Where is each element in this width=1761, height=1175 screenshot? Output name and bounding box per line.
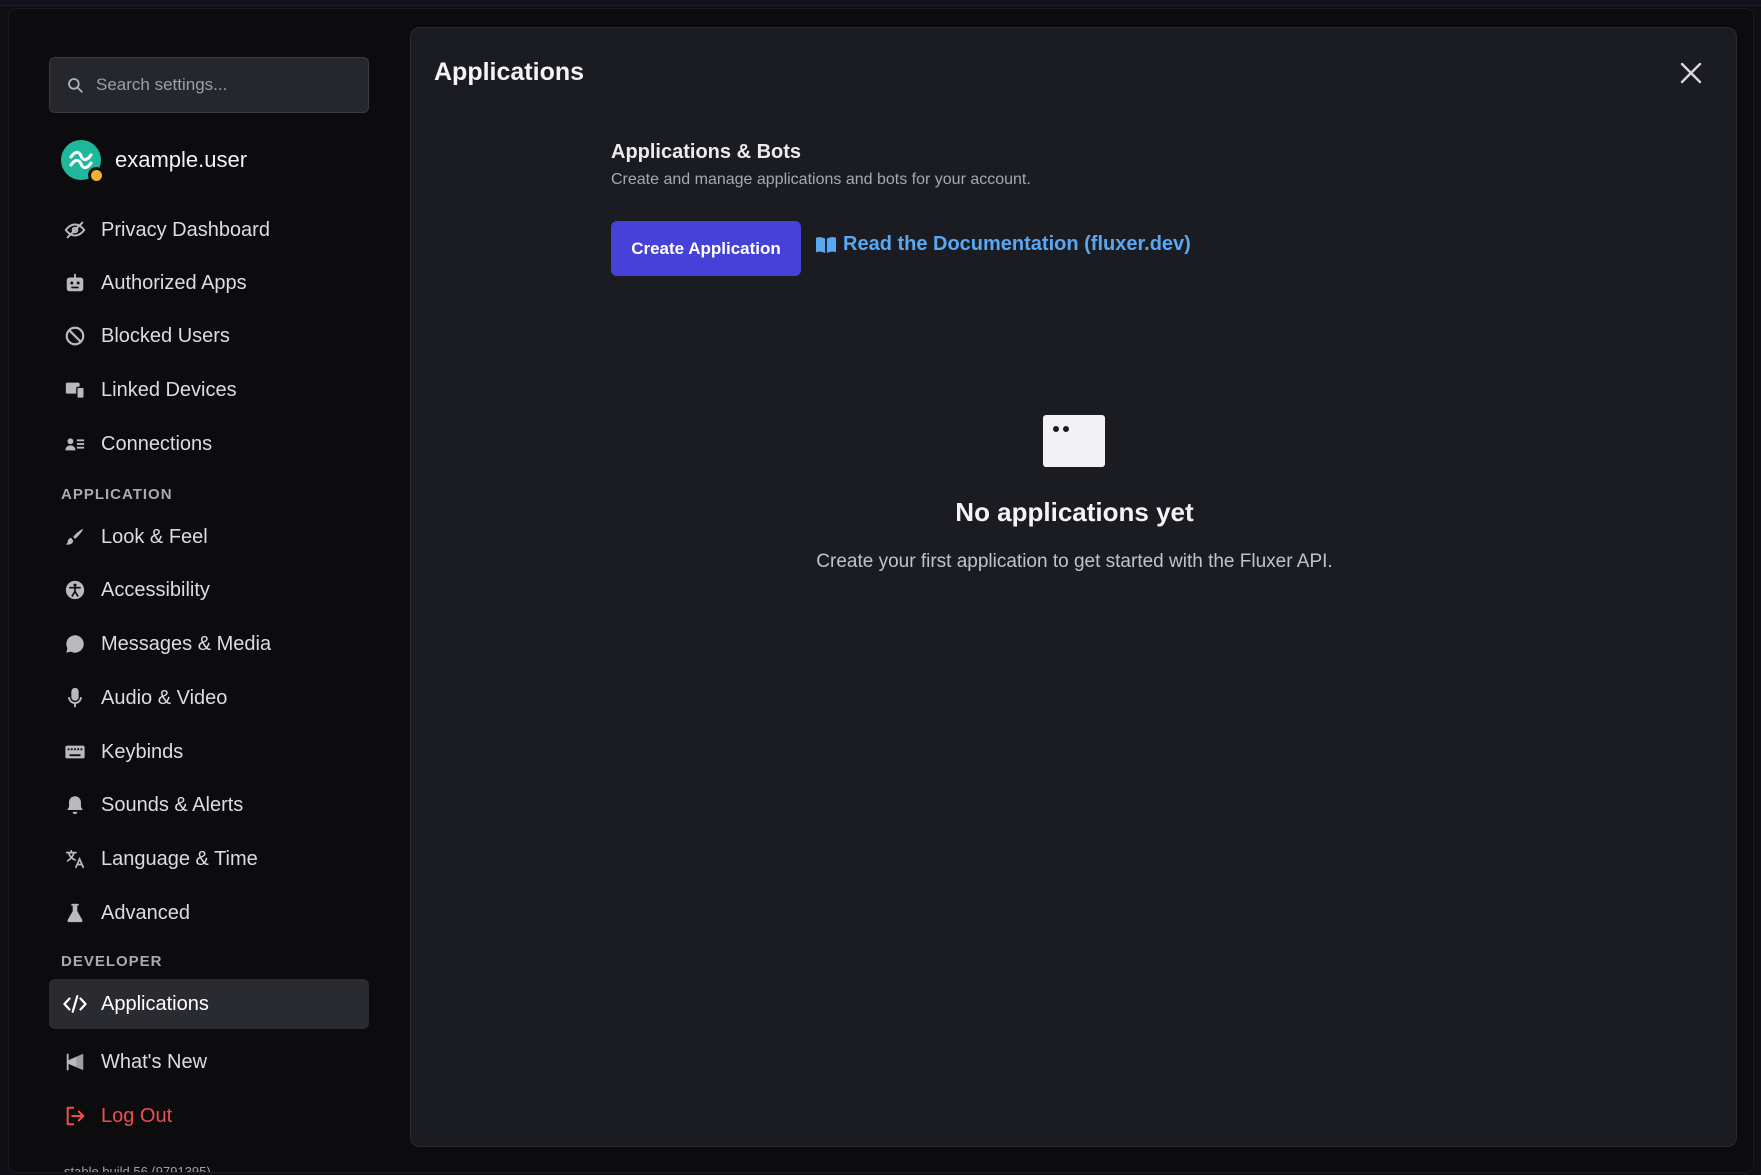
sidebar-item-label: Messages & Media (101, 632, 272, 655)
sidebar-item-label: Look & Feel (101, 525, 208, 548)
sidebar-item-sounds-and-alerts[interactable]: Sounds & Alerts (49, 780, 369, 830)
sidebar-item-advanced[interactable]: Advanced (49, 888, 369, 938)
sidebar-item-label: Log Out (101, 1104, 173, 1127)
translate-icon (63, 847, 87, 871)
sidebar-item-label: Accessibility (101, 578, 210, 601)
section-description: Create and manage applications and bots … (611, 171, 1031, 188)
settings-window: example.user Privacy Dashboard Authorize… (8, 8, 1754, 1173)
sidebar-item-look-and-feel[interactable]: Look & Feel (49, 512, 369, 562)
section-title: Applications & Bots (611, 141, 802, 163)
sidebar-item-messages-and-media[interactable]: Messages & Media (49, 619, 369, 669)
sidebar-item-label: Blocked Users (101, 324, 230, 347)
devices-icon (63, 378, 87, 402)
sidebar-item-label: Applications (101, 992, 209, 1015)
sidebar-item-privacy-dashboard[interactable]: Privacy Dashboard (49, 205, 369, 255)
sidebar-item-label: Sounds & Alerts (101, 793, 244, 816)
window-dot (1063, 426, 1069, 432)
build-version: stable build 56 (9791395) (64, 1164, 211, 1173)
empty-window-icon (1043, 415, 1105, 467)
sidebar-item-label: Linked Devices (101, 378, 237, 401)
robot-icon (63, 271, 87, 295)
eye-slash-icon (63, 218, 87, 242)
sidebar-item-log-out[interactable]: Log Out (49, 1091, 369, 1141)
sidebar-item-label: Connections (101, 432, 213, 455)
search-icon (66, 76, 84, 94)
create-application-button[interactable]: Create Application (611, 221, 801, 276)
sidebar-item-blocked-users[interactable]: Blocked Users (49, 311, 369, 361)
close-icon (1679, 61, 1703, 85)
search-box[interactable] (49, 57, 369, 113)
window-dot (1053, 426, 1059, 432)
sidebar-item-whats-new[interactable]: What's New (49, 1037, 369, 1087)
code-icon (63, 992, 87, 1016)
user-profile[interactable]: example.user (61, 140, 248, 183)
flask-icon (63, 901, 87, 925)
keyboard-icon (63, 740, 87, 764)
empty-state-title: No applications yet (955, 497, 1194, 527)
close-button[interactable] (1676, 58, 1706, 88)
status-indicator (88, 167, 104, 183)
sidebar-item-label: Privacy Dashboard (101, 218, 270, 241)
accessibility-icon (63, 578, 87, 602)
username: example.user (115, 147, 248, 172)
sidebar-item-label: Language & Time (101, 847, 258, 870)
read-documentation-link[interactable]: Read the Documentation (fluxer.dev) (815, 233, 1191, 256)
sidebar-item-keybinds[interactable]: Keybinds (49, 727, 369, 777)
docs-link-label: Read the Documentation (fluxer.dev) (843, 233, 1191, 255)
sidebar-item-label: Keybinds (101, 740, 184, 763)
sidebar-item-label: Authorized Apps (101, 271, 247, 294)
settings-sidebar: example.user Privacy Dashboard Authorize… (9, 9, 409, 1172)
sidebar-item-applications[interactable]: Applications (49, 979, 369, 1029)
book-icon (815, 235, 837, 255)
sidebar-item-label: Audio & Video (101, 686, 228, 709)
megaphone-icon (63, 1050, 87, 1074)
prohibit-icon (63, 324, 87, 348)
bell-icon (63, 793, 87, 817)
section-label-application: APPLICATION (61, 486, 173, 503)
avatar[interactable] (61, 140, 104, 183)
idle-moon-icon (90, 169, 102, 181)
applications-panel: Applications Applications & Bots Create … (410, 27, 1737, 1147)
section-label-developer: DEVELOPER (61, 953, 163, 970)
sidebar-item-audio-and-video[interactable]: Audio & Video (49, 673, 369, 723)
top-edge (0, 0, 1761, 6)
sidebar-item-connections[interactable]: Connections (49, 419, 369, 469)
empty-state-description: Create your first application to get sta… (816, 551, 1333, 572)
search-input[interactable] (96, 75, 346, 95)
sidebar-item-linked-devices[interactable]: Linked Devices (49, 365, 369, 415)
sidebar-item-label: Advanced (101, 901, 190, 924)
sign-out-icon (63, 1104, 87, 1128)
user-list-icon (63, 432, 87, 456)
chat-bubble-icon (63, 632, 87, 656)
sidebar-item-accessibility[interactable]: Accessibility (49, 565, 369, 615)
paint-brush-icon (63, 525, 87, 549)
microphone-icon (63, 686, 87, 710)
sidebar-item-language-and-time[interactable]: Language & Time (49, 834, 369, 884)
page-title: Applications (434, 58, 585, 86)
sidebar-item-authorized-apps[interactable]: Authorized Apps (49, 258, 369, 308)
sidebar-item-label: What's New (101, 1050, 208, 1073)
